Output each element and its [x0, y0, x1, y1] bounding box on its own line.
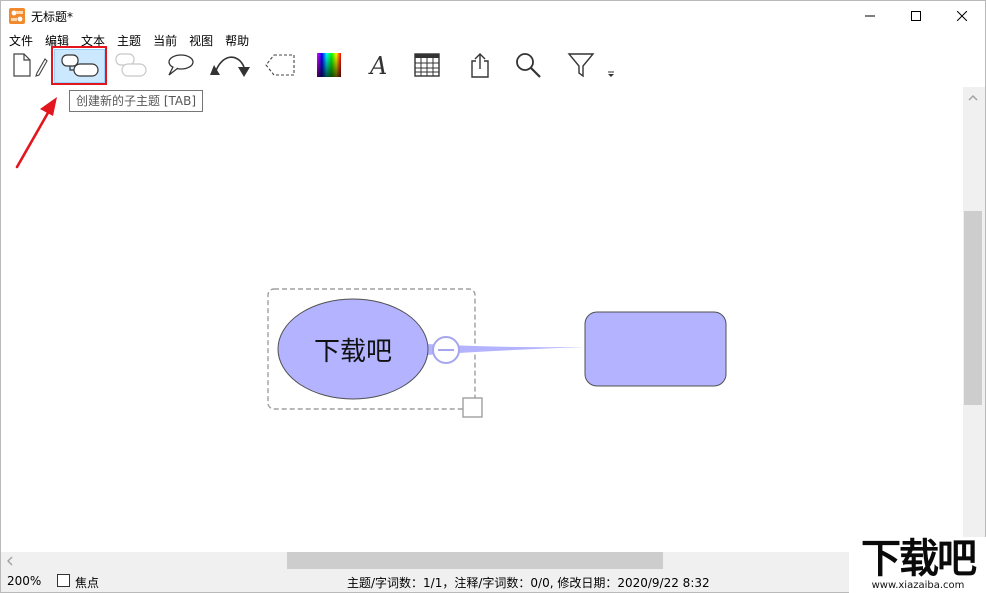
subtopic-icon — [60, 54, 99, 77]
central-topic[interactable] — [277, 298, 429, 400]
focus-checkbox[interactable] — [57, 574, 70, 587]
boundary-button[interactable] — [263, 47, 297, 83]
callout-icon — [168, 54, 194, 76]
app-icon — [9, 8, 25, 24]
scroll-left-button[interactable] — [3, 554, 17, 568]
callout-button[interactable] — [163, 47, 197, 83]
watermark-logo: 下载吧 www.xiazaiba.com — [849, 537, 986, 593]
new-document-icon — [13, 53, 31, 77]
font-icon: A — [368, 52, 387, 79]
font-button[interactable]: A — [365, 47, 393, 83]
minimize-button[interactable] — [847, 1, 893, 31]
edit-button[interactable] — [33, 47, 49, 83]
focus-label: 焦点 — [75, 576, 100, 590]
table-icon — [414, 53, 440, 77]
filter-icon — [567, 53, 595, 78]
svg-text:A: A — [368, 52, 387, 79]
horizontal-scroll-thumb[interactable] — [287, 552, 663, 569]
minimize-icon — [865, 15, 875, 17]
table-button[interactable] — [411, 47, 443, 83]
app-window: 无标题* 文件 编辑 文本 主题 当前 视图 帮助 A 创建新的子主题 [TAB… — [0, 0, 986, 593]
watermark-text: 下载吧 — [861, 536, 977, 582]
document-stats: 主题/字词数：1/1，注释/字词数：0/0, 修改日期：2020/9/22 8:… — [347, 576, 710, 590]
status-bar: 200% 焦点 主题/字词数：1/1，注释/字词数：0/0, 修改日期：2020… — [1, 570, 985, 592]
pencil-icon — [35, 58, 48, 77]
new-document-button[interactable] — [11, 47, 33, 83]
toolbar: A — [1, 47, 985, 87]
red-arrow-icon — [15, 97, 57, 169]
create-sibling-topic-button[interactable] — [113, 47, 149, 83]
collapse-button[interactable] — [432, 336, 460, 364]
relationship-button[interactable] — [207, 47, 253, 83]
search-button[interactable] — [513, 47, 543, 83]
window-title: 无标题* — [31, 10, 74, 24]
boundary-icon — [265, 54, 295, 76]
export-button[interactable] — [465, 47, 495, 83]
color-button[interactable] — [315, 47, 343, 83]
sibling-topic-icon — [115, 53, 147, 77]
scroll-up-button[interactable] — [966, 91, 980, 105]
vertical-scroll-thumb[interactable] — [964, 211, 982, 405]
color-palette-icon — [317, 53, 341, 77]
export-icon — [471, 53, 489, 78]
close-button[interactable] — [939, 1, 985, 31]
zoom-level[interactable]: 200% — [7, 574, 41, 588]
title-bar: 无标题* — [1, 1, 985, 31]
resize-handle[interactable] — [462, 397, 483, 418]
overflow-icon — [608, 71, 614, 77]
relationship-arrow-icon — [210, 56, 250, 77]
close-icon — [957, 11, 967, 21]
maximize-icon — [911, 11, 921, 21]
create-subtopic-button[interactable] — [54, 49, 105, 83]
mindmap-diagram — [267, 288, 727, 418]
maximize-button[interactable] — [893, 1, 939, 31]
watermark-url: www.xiazaiba.com — [871, 580, 965, 591]
chevron-left-icon — [7, 556, 13, 566]
chevron-up-icon — [968, 95, 978, 101]
search-icon — [516, 53, 541, 78]
toolbar-overflow-button[interactable] — [605, 67, 617, 81]
filter-button[interactable] — [565, 47, 597, 83]
tooltip: 创建新的子主题 [TAB] — [69, 90, 204, 112]
child-topic[interactable] — [584, 311, 727, 387]
